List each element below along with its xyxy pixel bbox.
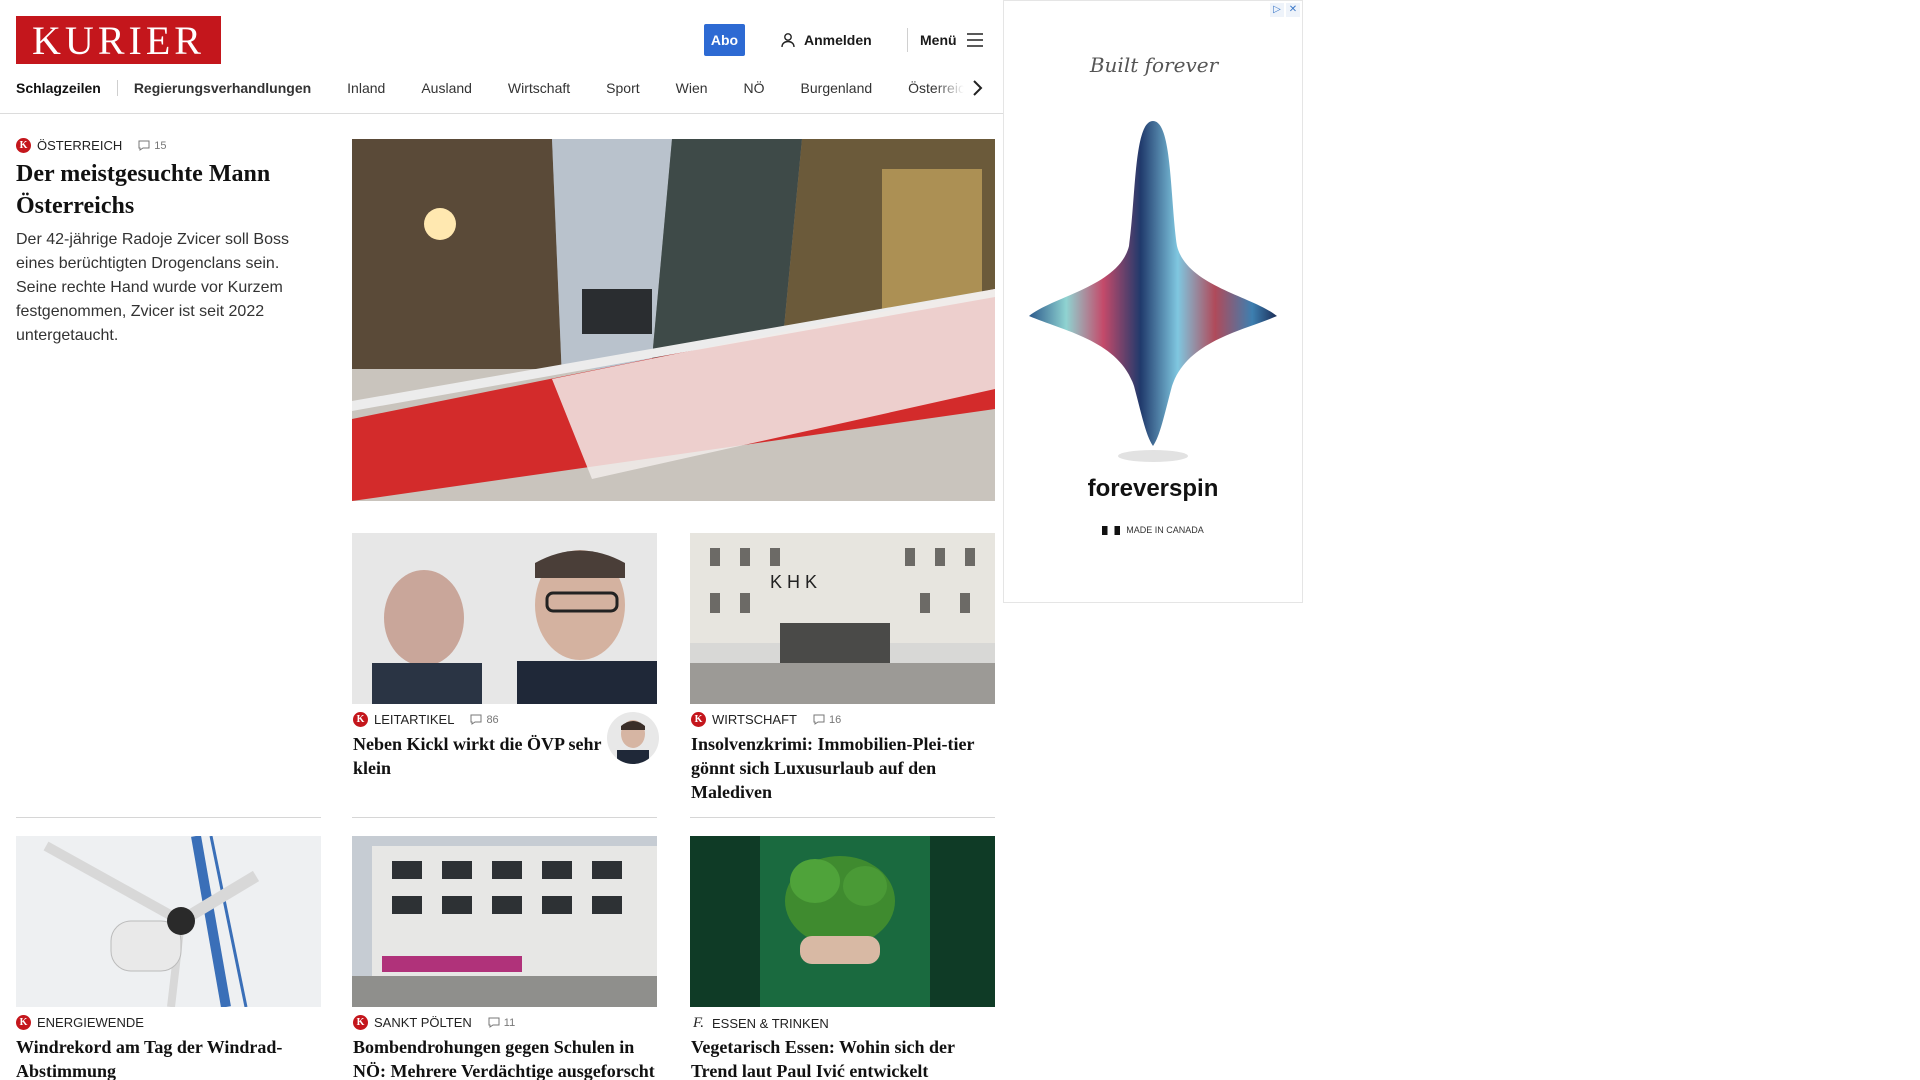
article-title-sankt-poelten[interactable]: Bombendrohungen gegen Schulen in NÖ: Meh… [353,1035,658,1080]
row-divider [352,817,657,818]
nav-item-wien[interactable]: Wien [676,80,708,96]
lead-article-title[interactable]: Der meistgesuchte Mann Österreichs [16,158,316,222]
politicians-photo [352,533,657,704]
ad-choices-icon[interactable]: ▷ [1270,3,1284,17]
user-icon [781,33,795,48]
article-image-leitartikel[interactable] [352,533,657,704]
hamburger-icon [966,33,983,47]
author-photo [617,720,649,764]
article-meta-wirtschaft: K Wirtschaft 16 [691,712,841,727]
menu-button[interactable]: Menü [920,30,983,50]
svg-text:K H K: K H K [770,572,817,592]
nav-item-sport[interactable]: Sport [606,80,639,96]
comment-icon [138,140,150,151]
nav-item-noe[interactable]: NÖ [744,80,765,96]
ad-tagline: Built forever [1089,53,1219,77]
lead-article-meta: K Österreich 15 [16,138,166,153]
abo-button[interactable]: Abo [704,24,745,56]
comment-count[interactable]: 15 [138,140,166,152]
kurier-logo[interactable]: KURIER [16,16,221,64]
fork-icon: f. [693,1015,704,1031]
author-avatar[interactable] [607,712,659,764]
comment-count-value: 15 [154,139,167,152]
article-meta-energiewende: K Energiewende [16,1015,144,1030]
close-icon[interactable]: ✕ [1286,3,1300,17]
kurier-k-icon: K [691,712,706,727]
ad-made-in: MADE IN CANADA [1004,525,1302,535]
article-title-leitartikel[interactable]: Neben Kickl wirkt die ÖVP sehr klein [353,732,603,780]
comment-count[interactable]: 11 [488,1017,515,1029]
article-image-essen-trinken[interactable] [690,836,995,1007]
kurier-k-icon: K [16,1015,31,1030]
row-divider [16,817,321,818]
section-nav: Schlagzeilen Regierungsverhandlungen Inl… [16,78,981,98]
ad-brand-name: foreverspin [1087,475,1219,502]
header-divider [907,28,908,52]
police-tape-photo [352,139,995,501]
article-meta-essen-trinken: f. Essen & Trinken [691,1015,829,1032]
article-image-energiewende[interactable] [16,836,321,1007]
wind-turbine-photo [16,836,321,1007]
kurier-k-icon: K [353,1015,368,1030]
article-image-wirtschaft[interactable]: K H K [690,533,995,704]
menu-label: Menü [920,32,957,48]
comment-count[interactable]: 86 [470,713,499,726]
comment-icon [488,1017,500,1028]
article-category[interactable]: Österreich [37,138,122,153]
comment-count[interactable]: 16 [813,714,841,726]
lead-article-teaser[interactable]: Der 42-jährige Radoje Zvicer soll Boss e… [16,228,306,348]
comment-count-value: 11 [503,1016,516,1029]
nav-item-schlagzeilen[interactable]: Schlagzeilen [16,80,118,96]
comment-icon [470,714,482,725]
article-category[interactable]: Wirtschaft [712,712,797,727]
chevron-right-icon[interactable] [970,78,986,98]
row-divider [690,817,995,818]
spinach-photo [690,836,995,1007]
ad-made-in-label: MADE IN CANADA [1126,525,1204,535]
nav-item-burgenland[interactable]: Burgenland [801,80,873,96]
ad-banner[interactable]: ▷ ✕ Built forever foreverspin MADE IN CA… [1003,0,1303,603]
khm-building-photo: K H K [690,533,995,704]
article-meta-leitartikel: K Leitartikel 86 [353,712,499,727]
comment-icon [813,714,825,725]
kurier-k-icon: K [353,712,368,727]
login-button[interactable]: Anmelden [780,30,872,50]
nav-item-regierungsverhandlungen[interactable]: Regierungsverhandlungen [134,80,311,96]
spinning-top-graphic [1029,121,1277,462]
article-category[interactable]: Essen & Trinken [712,1016,829,1031]
ad-controls: ▷ ✕ [1270,3,1300,17]
article-title-energiewende[interactable]: Windrekord am Tag der Windrad-Abstimmung [16,1035,316,1080]
nav-item-wirtschaft[interactable]: Wirtschaft [508,80,570,96]
login-label: Anmelden [804,32,872,48]
article-category[interactable]: Sankt Pölten [374,1015,472,1030]
lead-article-image[interactable] [352,139,995,501]
nav-item-inland[interactable]: Inland [347,80,385,96]
article-title-essen-trinken[interactable]: Vegetarisch Essen: Wohin sich der Trend … [691,1035,996,1080]
article-category[interactable]: Leitartikel [374,712,454,727]
kurier-k-icon: K [16,138,31,153]
comment-count-value: 16 [828,713,842,726]
site-header: KURIER Abo Anmelden Menü Schlagzeilen Re… [0,0,1003,114]
article-image-sankt-poelten[interactable] [352,836,657,1007]
comment-count-value: 86 [486,713,499,726]
article-meta-sankt-poelten: K Sankt Pölten 11 [353,1015,515,1030]
nav-item-ausland[interactable]: Ausland [421,80,472,96]
article-title-wirtschaft[interactable]: Insolvenzkrimi: Immobilien-Plei-tier gön… [691,732,991,804]
school-building-photo [352,836,657,1007]
canada-flag-icon [1102,525,1121,535]
article-category[interactable]: Energiewende [37,1015,144,1030]
